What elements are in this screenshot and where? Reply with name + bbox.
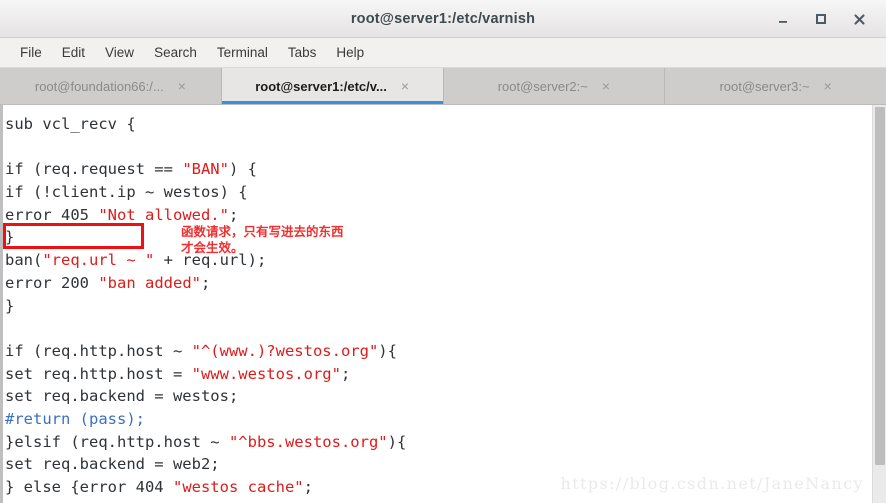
code-token: ) { <box>228 160 257 179</box>
tab-server3[interactable]: root@server3:~ × <box>665 68 886 104</box>
menu-item-terminal[interactable]: Terminal <box>207 43 278 62</box>
close-icon[interactable]: × <box>178 79 186 93</box>
code-token: "BAN" <box>182 160 229 179</box>
minimize-button[interactable] <box>772 8 794 30</box>
code-token: #return (pass); <box>5 409 145 428</box>
code-line: if (req.http.host ~ "^(www.)?westos.org"… <box>5 340 886 363</box>
close-icon[interactable]: × <box>824 79 832 93</box>
menu-item-tabs[interactable]: Tabs <box>278 43 327 62</box>
close-icon[interactable]: × <box>401 79 409 93</box>
terminal-text-area[interactable]: sub vcl_recv { if (req.request == "BAN")… <box>3 105 886 503</box>
menu-item-view[interactable]: View <box>95 43 144 62</box>
menu-item-help[interactable]: Help <box>326 43 374 62</box>
code-token: } else {error 404 <box>5 478 173 496</box>
code-token: "www.westos.org" <box>191 364 341 383</box>
watermark-url: https://blog.csdn.net/JaneNancy <box>560 474 864 493</box>
code-token: "req.url ~ " <box>42 251 155 270</box>
tab-server2[interactable]: root@server2:~ × <box>443 68 666 104</box>
code-token: if (!client.ip ~ westos) { <box>5 183 248 202</box>
close-button[interactable] <box>848 8 870 30</box>
tab-bar: root@foundation66:/... × root@server1:/e… <box>0 68 886 105</box>
scrollbar-thumb[interactable] <box>875 107 885 465</box>
code-token: if (req.request == <box>5 160 183 179</box>
code-token: ; <box>200 273 211 292</box>
window-title: root@server1:/etc/varnish <box>350 10 536 27</box>
code-line: error 200 "ban added"; <box>5 272 886 295</box>
tab-foundation66[interactable]: root@foundation66:/... × <box>0 68 222 104</box>
tab-server1[interactable]: root@server1:/etc/v... × <box>221 68 444 104</box>
code-line: sub vcl_recv { <box>5 113 886 136</box>
code-token: error 405 <box>5 205 99 224</box>
code-token: "^bbs.westos.org" <box>228 432 388 451</box>
tab-label: root@server3:~ <box>719 78 810 94</box>
window-controls <box>772 0 880 38</box>
menu-item-search[interactable]: Search <box>144 43 207 62</box>
vertical-scrollbar[interactable] <box>872 105 886 503</box>
vcl-config-code: sub vcl_recv { if (req.request == "BAN")… <box>3 113 886 503</box>
annotation-text: 函数请求，只有写进去的东西 才会生效。 <box>181 224 344 255</box>
code-line: #return (pass); <box>5 408 886 431</box>
code-line: if (req.request == "BAN") { <box>5 158 886 181</box>
code-token: ; <box>303 478 313 496</box>
tab-label: root@foundation66:/... <box>34 78 164 94</box>
code-line: ban("req.url ~ " + req.url); <box>5 249 886 272</box>
code-line: error 405 "Not allowed."; <box>5 204 886 227</box>
menu-bar: File Edit View Search Terminal Tabs Help <box>0 38 886 68</box>
tab-label: root@server1:/etc/v... <box>255 78 387 94</box>
code-token: ){ <box>387 432 407 451</box>
code-line: } <box>5 295 886 318</box>
code-line: } <box>5 499 886 503</box>
terminal-body: sub vcl_recv { if (req.request == "BAN")… <box>0 105 886 503</box>
code-token: "ban added" <box>98 273 201 292</box>
code-line: }elsif (req.http.host ~ "^bbs.westos.org… <box>5 431 886 454</box>
code-line: set req.backend = web2; <box>5 453 886 476</box>
menu-item-file[interactable]: File <box>10 43 52 62</box>
tab-label: root@server2:~ <box>497 78 588 94</box>
code-token: set req.backend = westos; <box>5 387 239 406</box>
code-token: } <box>5 296 15 315</box>
code-token: set req.backend = web2; <box>5 455 220 474</box>
code-token: if (req.http.host ~ <box>5 341 192 360</box>
code-line: if (!client.ip ~ westos) { <box>5 181 886 204</box>
menu-item-edit[interactable]: Edit <box>52 43 95 62</box>
maximize-button[interactable] <box>810 8 832 30</box>
code-token: sub vcl_recv { <box>5 115 136 133</box>
code-token: }elsif (req.http.host ~ <box>5 432 229 451</box>
code-token: ban( <box>5 251 43 270</box>
code-token: "westos cache" <box>172 478 304 496</box>
code-token: ){ <box>378 341 397 360</box>
code-line: } <box>5 226 886 249</box>
code-token: "^(www.)?westos.org" <box>191 341 379 360</box>
code-token: ; <box>228 205 239 224</box>
terminal-window: root@server1:/etc/varnish File Edit View… <box>0 0 886 503</box>
code-token: ; <box>340 364 351 383</box>
code-token: error 200 <box>5 273 99 292</box>
code-token: "Not allowed." <box>98 205 229 224</box>
code-token: set req.http.host = <box>5 364 192 383</box>
window-titlebar: root@server1:/etc/varnish <box>0 0 886 38</box>
close-icon[interactable]: × <box>602 79 610 93</box>
code-line: set req.backend = westos; <box>5 385 886 408</box>
code-line: set req.http.host = "www.westos.org"; <box>5 363 886 386</box>
code-token: } <box>5 228 15 247</box>
